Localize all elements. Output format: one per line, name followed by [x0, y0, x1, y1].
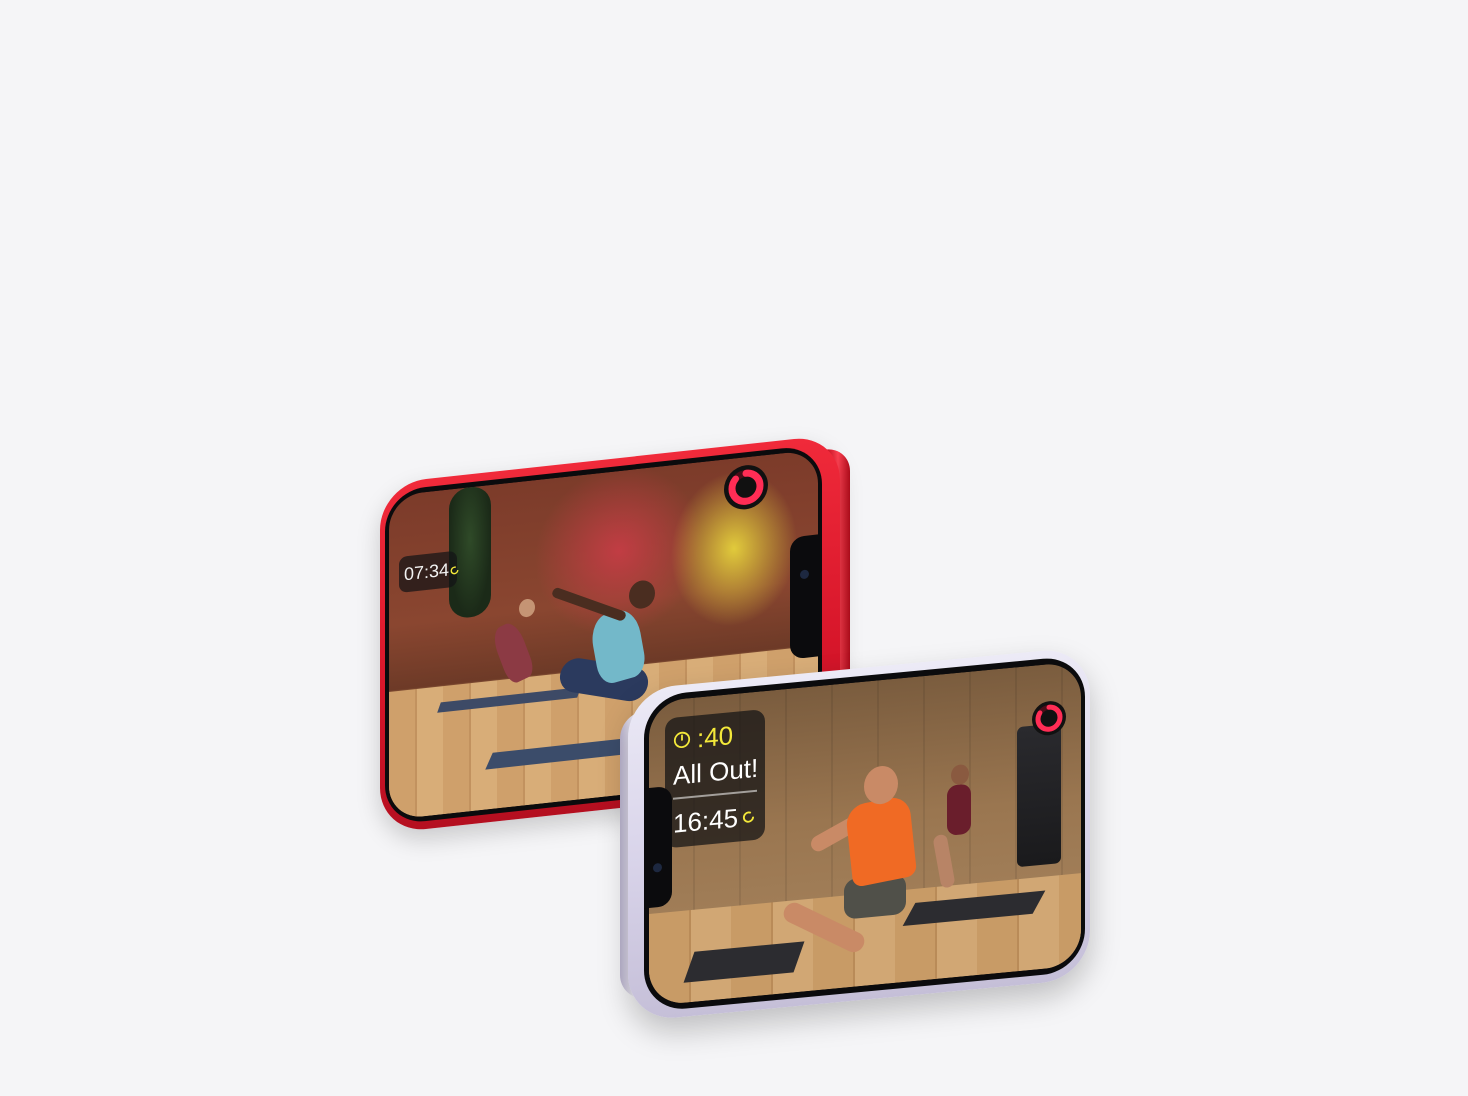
trainer-head [951, 763, 969, 786]
trainer-head [629, 579, 655, 610]
stopwatch-icon [673, 731, 691, 749]
purple-phone: :40 All Out! 16:45 [620, 646, 1090, 1022]
workout-overlay: :40 All Out! 16:45 [665, 709, 765, 849]
activity-ring-icon [1032, 701, 1066, 736]
interval-time: :40 [697, 719, 734, 753]
elapsed-time: 16:45 [673, 802, 739, 839]
purple-phone-notch [644, 785, 672, 909]
elapsed-row: 16:45 [673, 798, 757, 842]
product-scene: 07:34:40 All Out! 16:45 [0, 0, 1468, 1096]
trainer-figure [844, 794, 918, 888]
timer-ring-icon [450, 566, 459, 575]
timer-text: 07:34 [404, 559, 450, 585]
activity-ring-icon [724, 465, 768, 510]
purple-phone-screen: :40 All Out! 16:45 [649, 661, 1081, 1007]
trainer-leg [932, 833, 956, 890]
gym-equipment [1017, 723, 1061, 868]
red-phone-notch [790, 534, 818, 660]
trainer-figure [947, 783, 971, 836]
trainer-arm [550, 586, 628, 623]
trainer-head [519, 598, 535, 618]
trainer-figure [489, 619, 537, 686]
timer-ring-icon [743, 811, 755, 823]
interval-label: All Out! [673, 752, 759, 791]
workout-timer: 07:34 [399, 550, 459, 593]
